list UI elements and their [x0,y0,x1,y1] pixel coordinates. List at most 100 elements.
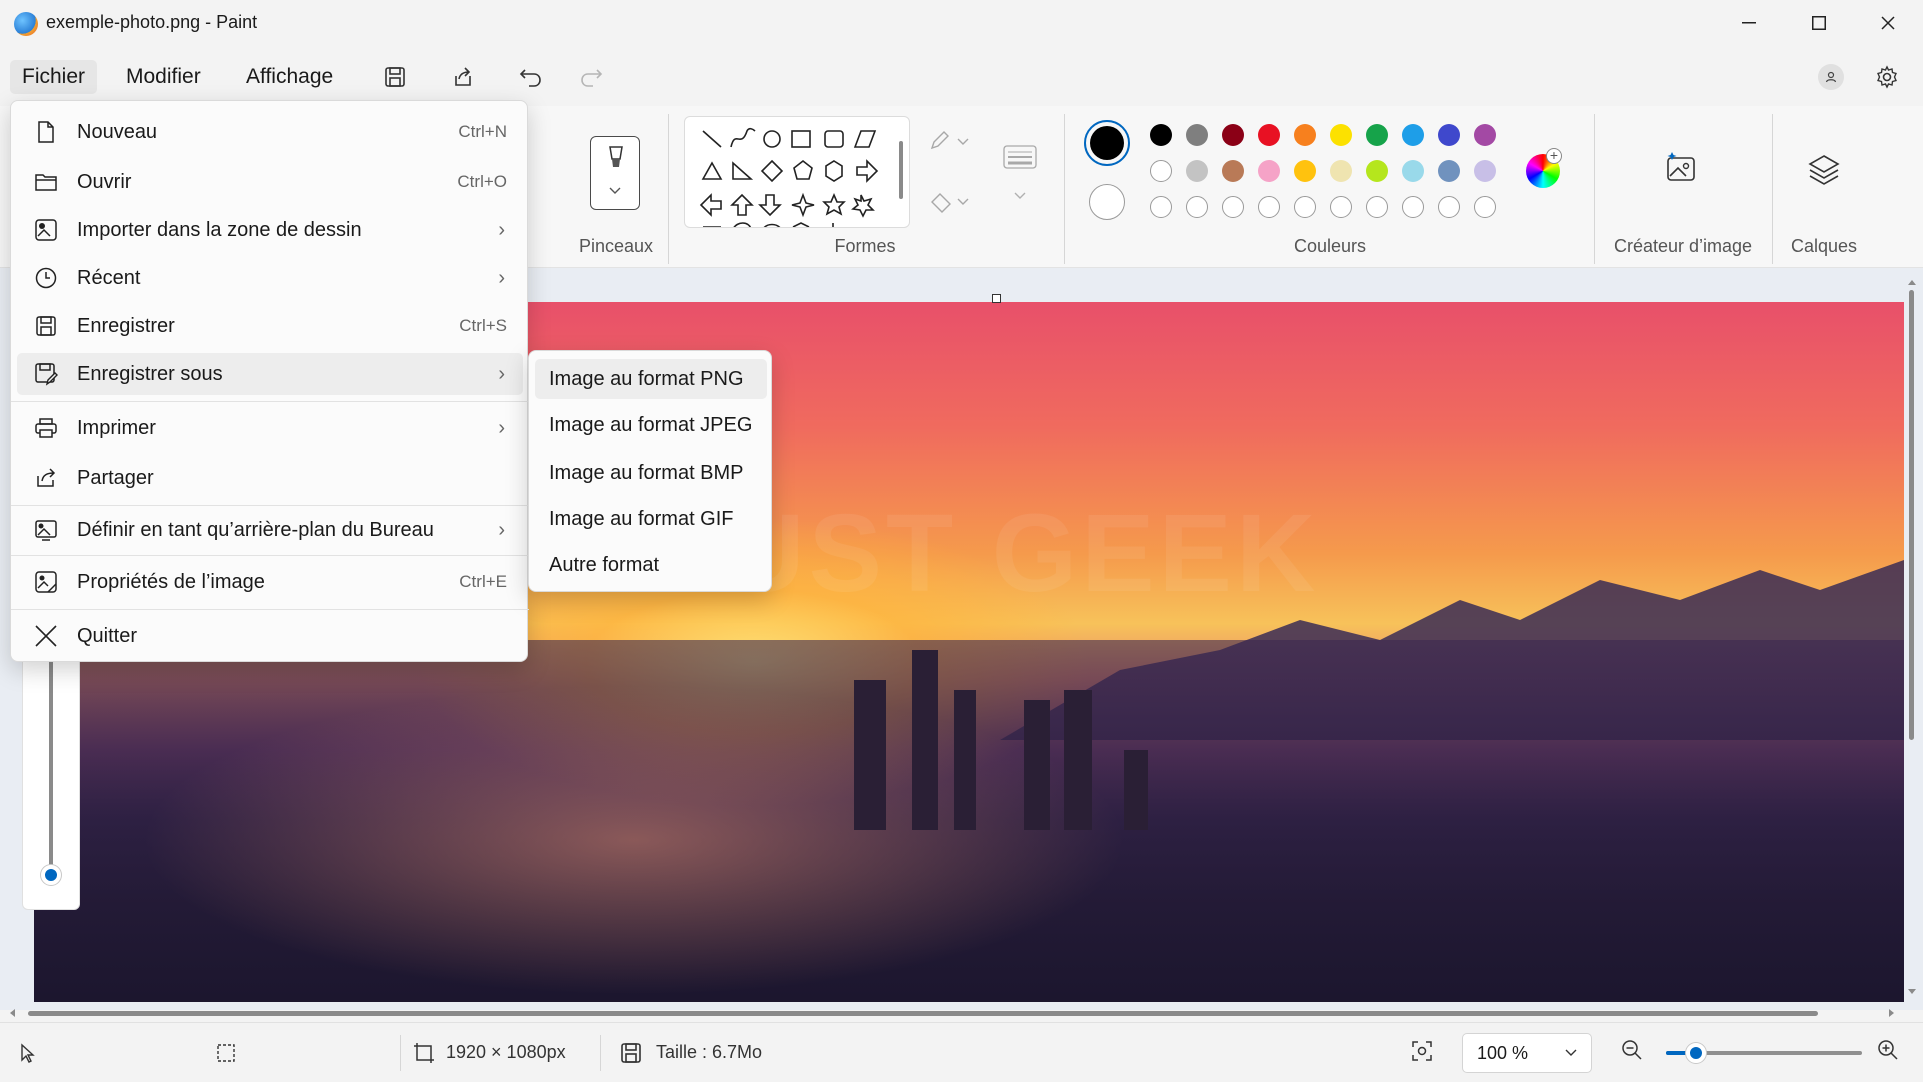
vertical-scroll-thumb[interactable] [1909,290,1914,740]
image-creator-label: Créateur d’image [1613,236,1753,256]
zoom-value: 100 % [1477,1042,1529,1063]
file-menu-item-nouveau[interactable]: Nouveau Ctrl+N [17,111,523,153]
brushes-button[interactable] [590,136,640,210]
file-menu-item-enregistrer-sous[interactable]: Enregistrer sous › [17,353,523,395]
custom-color-slot[interactable] [1186,196,1208,218]
custom-color-slot[interactable] [1474,196,1496,218]
shapes-grid-icons [699,127,879,227]
color-swatch[interactable] [1222,160,1244,182]
colors-label: Couleurs [1293,236,1367,256]
save-quick-button[interactable] [376,60,414,94]
share-icon [33,465,59,491]
custom-color-slot[interactable] [1294,196,1316,218]
slider-knob[interactable] [41,865,61,885]
new-file-icon [33,119,59,145]
custom-color-slot[interactable] [1258,196,1280,218]
color-swatch[interactable] [1150,160,1172,182]
secondary-color-button[interactable] [1089,184,1125,220]
horizontal-scroll-thumb[interactable] [28,1011,1818,1016]
printer-icon [33,415,59,441]
zoom-select[interactable]: 100 % [1462,1033,1592,1073]
undo-button[interactable] [512,60,550,94]
image-creator-button[interactable] [1664,150,1700,186]
layers-button[interactable] [1806,152,1842,188]
edit-colors-button[interactable]: + [1526,148,1562,188]
color-swatch[interactable] [1294,124,1316,146]
pointer-icon [21,1043,35,1063]
fill-button[interactable] [928,190,972,220]
save-as-other[interactable]: Autre format [535,545,767,585]
custom-color-slot[interactable] [1366,196,1388,218]
file-menu-item-quitter[interactable]: Quitter [17,615,523,657]
save-as-bmp[interactable]: Image au format BMP [535,453,767,493]
primary-color-button[interactable] [1084,120,1130,166]
ribbon-divider [668,114,669,264]
menu-separator [11,609,529,610]
color-swatch[interactable] [1258,124,1280,146]
account-button[interactable] [1818,64,1844,90]
maximize-button[interactable] [1784,0,1854,46]
share-icon [455,67,471,86]
folder-icon [33,169,59,195]
settings-button[interactable] [1870,60,1904,94]
file-menu-item-importer[interactable]: Importer dans la zone de dessin › [17,209,523,251]
minimize-button[interactable] [1714,0,1784,46]
menu-fichier[interactable]: Fichier [10,60,98,94]
color-swatch[interactable] [1438,160,1460,182]
custom-color-slot[interactable] [1330,196,1352,218]
color-swatch[interactable] [1474,124,1496,146]
custom-color-slot[interactable] [1150,196,1172,218]
canvas-resize-handle[interactable] [992,294,1001,303]
save-icon [33,313,59,339]
zoom-in-button[interactable] [1876,1038,1906,1068]
color-swatch[interactable] [1150,124,1172,146]
file-menu-item-imprimer[interactable]: Imprimer › [17,407,523,449]
paint-app-icon [14,12,38,36]
gear-icon [1877,65,1897,89]
share-quick-button[interactable] [444,60,482,94]
save-as-icon [33,361,59,387]
file-menu-item-proprietes[interactable]: Propriétés de l’image Ctrl+E [17,561,523,603]
custom-color-slot[interactable] [1222,196,1244,218]
redo-button[interactable] [572,60,610,94]
shapes-gallery[interactable] [684,116,910,228]
menu-affichage[interactable]: Affichage [234,60,345,94]
file-menu-item-recent[interactable]: Récent › [17,257,523,299]
color-swatch[interactable] [1222,124,1244,146]
custom-color-slot[interactable] [1402,196,1424,218]
color-swatch[interactable] [1330,160,1352,182]
save-as-png[interactable]: Image au format PNG [535,359,767,399]
color-swatch[interactable] [1438,124,1460,146]
save-as-jpeg[interactable]: Image au format JPEG [535,405,767,445]
file-menu-item-partager[interactable]: Partager [17,457,523,499]
save-as-gif[interactable]: Image au format GIF [535,499,767,539]
shapes-scrollbar[interactable] [899,141,903,199]
color-swatch[interactable] [1366,124,1388,146]
color-swatch[interactable] [1186,124,1208,146]
file-menu-item-ouvrir[interactable]: Ouvrir Ctrl+O [17,161,523,203]
fit-to-window-button[interactable] [1410,1039,1440,1069]
outline-button[interactable] [928,130,972,160]
menu-bar: Fichier Modifier Affichage [0,46,1923,132]
scroll-left-icon[interactable] [8,1008,16,1018]
custom-color-slot[interactable] [1438,196,1460,218]
zoom-slider-knob[interactable] [1686,1043,1706,1063]
menu-modifier[interactable]: Modifier [114,60,213,94]
color-swatch[interactable] [1402,124,1424,146]
zoom-out-button[interactable] [1620,1038,1650,1068]
redo-icon [581,69,603,87]
color-swatch[interactable] [1258,160,1280,182]
scroll-right-icon[interactable] [1888,1008,1896,1018]
color-swatch[interactable] [1330,124,1352,146]
color-swatch[interactable] [1474,160,1496,182]
color-swatch[interactable] [1186,160,1208,182]
brush-size-slider[interactable] [22,620,80,910]
close-window-button[interactable] [1853,0,1923,46]
color-swatch[interactable] [1402,160,1424,182]
ribbon-divider [1772,114,1773,264]
color-swatch[interactable] [1294,160,1316,182]
file-menu-item-arriere-plan[interactable]: Définir en tant qu’arrière-plan du Burea… [17,509,523,551]
stroke-size-button[interactable] [1000,142,1040,176]
file-menu-item-enregistrer[interactable]: Enregistrer Ctrl+S [17,305,523,347]
color-swatch[interactable] [1366,160,1388,182]
